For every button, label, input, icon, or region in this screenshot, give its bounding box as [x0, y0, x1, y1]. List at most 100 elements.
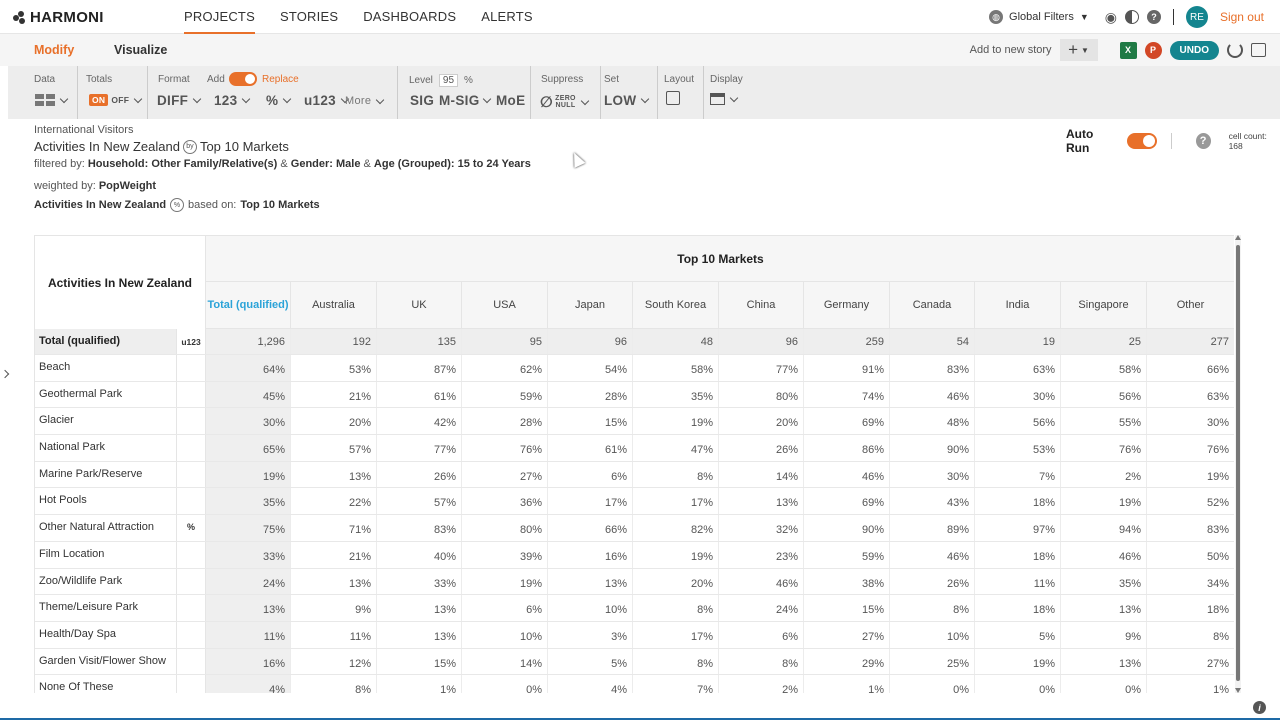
table-cell[interactable]: 11%: [975, 568, 1061, 595]
column-header-market[interactable]: Germany: [804, 282, 890, 329]
refresh-icon[interactable]: [1227, 42, 1243, 58]
table-cell[interactable]: 97%: [975, 515, 1061, 541]
table-cell[interactable]: 28%: [548, 381, 633, 408]
add-replace-toggle[interactable]: [229, 72, 257, 89]
table-cell[interactable]: 2%: [1061, 461, 1147, 488]
table-cell[interactable]: 13%: [206, 595, 291, 621]
nav-stories[interactable]: STORIES: [280, 0, 338, 34]
table-cell[interactable]: 82%: [633, 515, 719, 541]
table-cell[interactable]: 8%: [890, 595, 975, 621]
nav-dashboards[interactable]: DASHBOARDS: [363, 0, 456, 34]
table-cell[interactable]: 1%: [1147, 675, 1234, 693]
table-cell[interactable]: 63%: [975, 355, 1061, 381]
table-cell[interactable]: 0%: [462, 675, 548, 693]
table-cell[interactable]: 33%: [206, 541, 291, 568]
table-cell[interactable]: 13%: [548, 568, 633, 595]
table-cell[interactable]: 29%: [804, 648, 890, 675]
table-cell[interactable]: 27%: [804, 621, 890, 648]
table-cell[interactable]: 14%: [462, 648, 548, 675]
table-cell[interactable]: 38%: [804, 568, 890, 595]
table-cell[interactable]: 94%: [1061, 515, 1147, 541]
row-label[interactable]: Theme/Leisure Park: [35, 595, 176, 621]
more-selector[interactable]: More: [345, 95, 387, 107]
table-cell[interactable]: 46%: [890, 541, 975, 568]
column-header-total[interactable]: Total (qualified): [206, 282, 291, 329]
table-cell[interactable]: 15%: [804, 595, 890, 621]
table-cell[interactable]: 6%: [548, 461, 633, 488]
table-cell[interactable]: 62%: [462, 355, 548, 381]
table-cell[interactable]: 21%: [291, 381, 377, 408]
table-cell[interactable]: 11%: [291, 621, 377, 648]
row-label[interactable]: National Park: [35, 435, 176, 461]
table-cell[interactable]: 13%: [377, 621, 462, 648]
table-cell[interactable]: 24%: [719, 595, 804, 621]
table-cell[interactable]: 35%: [633, 381, 719, 408]
column-header-market[interactable]: India: [975, 282, 1061, 329]
table-cell[interactable]: 66%: [548, 515, 633, 541]
swap-layout-icon[interactable]: [666, 91, 680, 105]
table-cell[interactable]: 19%: [206, 461, 291, 488]
table-cell[interactable]: 4%: [548, 675, 633, 693]
avatar[interactable]: RE: [1185, 6, 1208, 28]
scroll-up-icon[interactable]: [1235, 235, 1241, 240]
table-cell[interactable]: 66%: [1147, 355, 1234, 381]
tab-modify[interactable]: Modify: [34, 43, 74, 57]
column-header-market[interactable]: South Korea: [633, 282, 719, 329]
row-label[interactable]: Geothermal Park: [35, 382, 176, 408]
row-variable[interactable]: Activities In New Zealand: [34, 139, 180, 154]
msig-selector[interactable]: M-SIG: [439, 93, 492, 108]
table-cell[interactable]: 69%: [804, 488, 890, 515]
table-cell[interactable]: 96: [548, 329, 633, 354]
table-cell[interactable]: 91%: [804, 355, 890, 381]
table-cell[interactable]: 90%: [804, 515, 890, 541]
table-cell[interactable]: 13%: [1061, 648, 1147, 675]
column-header-market[interactable]: USA: [462, 282, 548, 329]
table-cell[interactable]: 59%: [462, 381, 548, 408]
auto-run-toggle[interactable]: [1126, 133, 1157, 149]
table-cell[interactable]: 17%: [548, 488, 633, 515]
table-cell[interactable]: 87%: [377, 355, 462, 381]
table-cell[interactable]: 20%: [291, 408, 377, 435]
column-header-market[interactable]: Singapore: [1061, 282, 1147, 329]
weight-variable[interactable]: PopWeight: [99, 180, 156, 192]
table-cell[interactable]: 53%: [291, 355, 377, 381]
eye-icon[interactable]: ◉: [1105, 9, 1117, 26]
powerpoint-export-icon[interactable]: P: [1144, 41, 1162, 59]
contrast-icon[interactable]: [1124, 10, 1139, 24]
table-cell[interactable]: 50%: [1147, 542, 1234, 568]
table-cell[interactable]: 0%: [1061, 675, 1147, 693]
table-cell[interactable]: 26%: [377, 461, 462, 488]
data-selector[interactable]: [35, 94, 71, 106]
table-cell[interactable]: 32%: [719, 515, 804, 541]
table-cell[interactable]: 47%: [633, 435, 719, 461]
table-cell[interactable]: 8%: [633, 595, 719, 621]
table-cell[interactable]: 15%: [377, 648, 462, 675]
table-cell[interactable]: 7%: [633, 675, 719, 693]
row-header-title[interactable]: Activities In New Zealand: [35, 236, 206, 329]
table-cell[interactable]: 52%: [1147, 488, 1234, 514]
level-input[interactable]: 95: [438, 74, 459, 87]
table-cell[interactable]: 13%: [1061, 595, 1147, 621]
table-cell[interactable]: 8%: [719, 648, 804, 675]
tab-visualize[interactable]: Visualize: [114, 43, 167, 57]
table-cell[interactable]: 83%: [377, 515, 462, 541]
sig-button[interactable]: SIG: [410, 93, 434, 108]
table-cell[interactable]: 46%: [804, 461, 890, 488]
table-cell[interactable]: 25%: [890, 648, 975, 675]
table-cell[interactable]: 8%: [291, 675, 377, 693]
table-cell[interactable]: 69%: [804, 408, 890, 435]
filter-age[interactable]: Age (Grouped): 15 to 24 Years: [374, 158, 531, 170]
table-cell[interactable]: 80%: [462, 515, 548, 541]
table-cell[interactable]: 18%: [975, 595, 1061, 621]
table-cell[interactable]: 34%: [1147, 569, 1234, 595]
column-header-market[interactable]: China: [719, 282, 804, 329]
table-cell[interactable]: 64%: [206, 355, 291, 381]
table-cell[interactable]: 12%: [291, 648, 377, 675]
table-cell[interactable]: 19: [975, 329, 1061, 354]
totals-toggle[interactable]: ON OFF: [89, 94, 145, 106]
undo-button[interactable]: UNDO: [1169, 40, 1219, 60]
table-cell[interactable]: 4%: [206, 675, 291, 693]
table-cell[interactable]: 33%: [377, 568, 462, 595]
table-cell[interactable]: 54: [890, 329, 975, 354]
global-filters-button[interactable]: ◍ Global Filters ▼: [989, 10, 1089, 24]
